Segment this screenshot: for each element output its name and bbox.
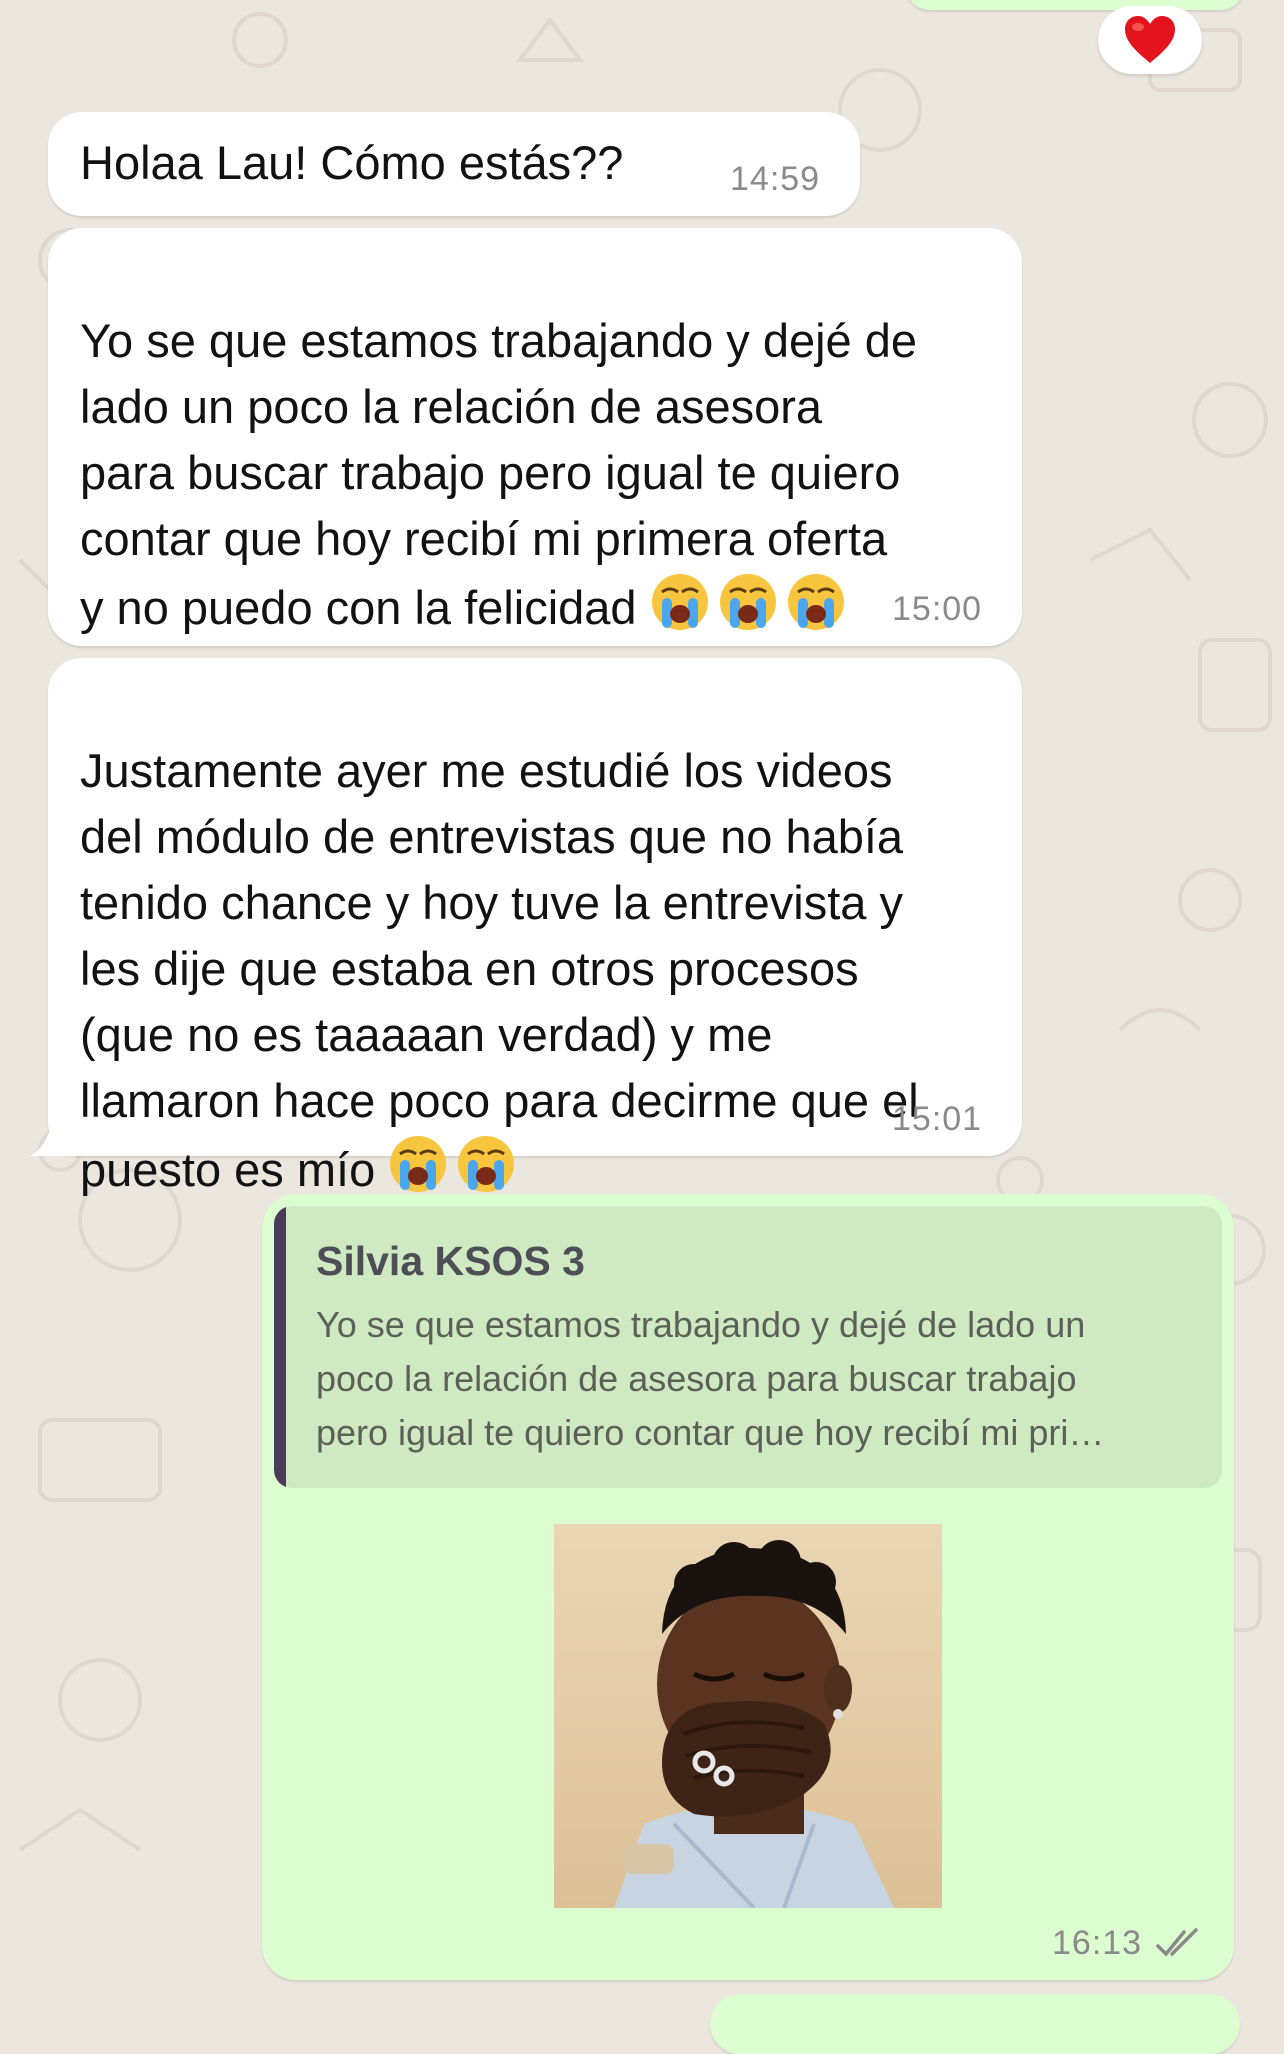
quoted-message[interactable]: Silvia KSOS 3 Yo se que estamos trabajan… [274,1206,1222,1488]
incoming-message[interactable]: Holaa Lau! Cómo estás?? 14:59 [48,112,860,216]
incoming-bubble-tail [30,1110,76,1156]
message-time: 15:00 [892,590,983,628]
message-text: Holaa Lau! Cómo estás?? [80,136,624,189]
previous-outgoing-bubble [905,0,1245,10]
incoming-message[interactable]: Justamente ayer me estudié los videos de… [48,658,1022,1196]
loudly-crying-face-icon [650,572,710,649]
next-outgoing-bubble [710,1994,1240,2054]
quote-accent-bar [274,1206,286,1488]
sticker-image[interactable] [554,1524,942,1908]
quoted-author: Silvia KSOS 3 [316,1238,585,1284]
message-text: Yo se que estamos trabajando y dejé de l… [80,242,917,649]
message-time: 14:59 [730,160,821,198]
double-check-read-icon [1156,1928,1198,1957]
message-reaction[interactable] [1098,6,1202,74]
red-heart-icon [1125,16,1175,63]
outgoing-reply-message[interactable]: Silvia KSOS 3 Yo se que estamos trabajan… [262,1194,1234,1980]
loudly-crying-face-icon [718,572,778,649]
message-body: Justamente ayer me estudié los videos de… [80,744,919,1196]
message-time: 15:01 [892,1100,983,1138]
message-text: Justamente ayer me estudié los videos de… [80,672,919,1211]
message-time: 16:13 [1052,1924,1143,1962]
loudly-crying-face-icon [786,572,846,649]
quoted-text: Yo se que estamos trabajando y dejé de l… [316,1304,1105,1453]
incoming-message[interactable]: Yo se que estamos trabajando y dejé de l… [48,228,1022,646]
